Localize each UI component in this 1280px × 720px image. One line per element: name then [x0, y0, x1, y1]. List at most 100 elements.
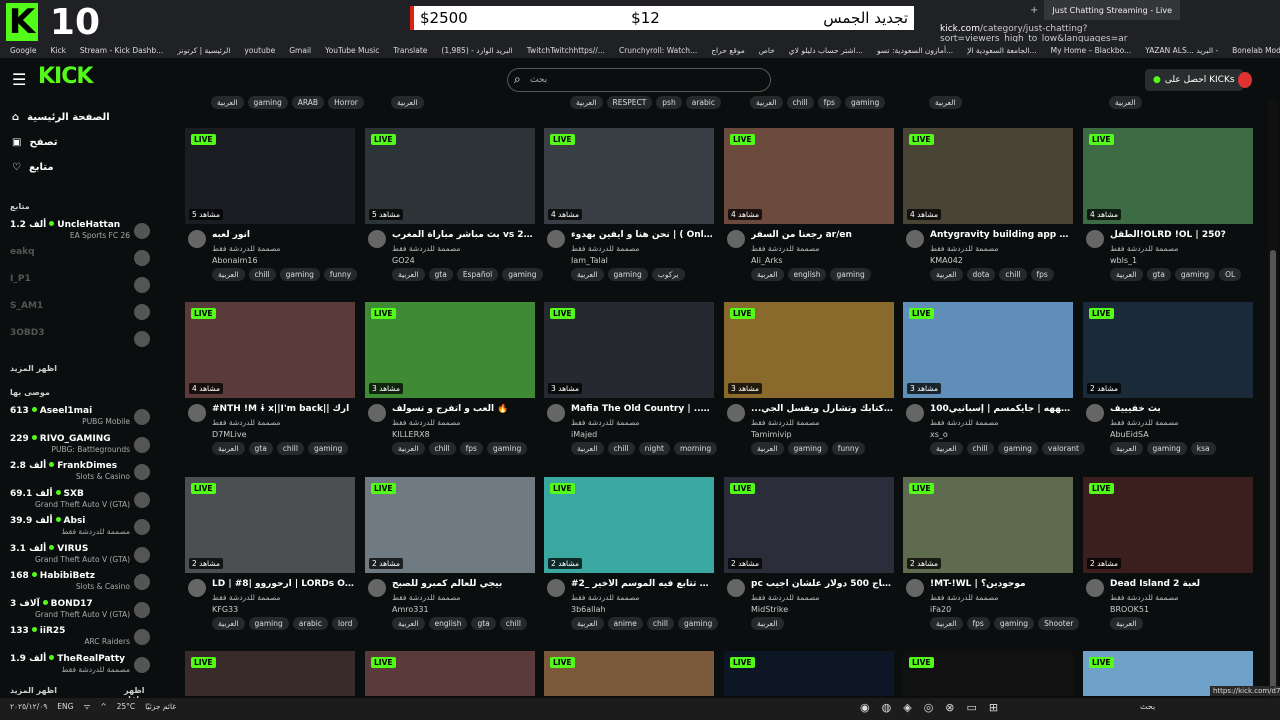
tag-chip[interactable]: gaming	[830, 268, 871, 281]
stream-category[interactable]: مصممة للدردشة فقط	[212, 593, 280, 602]
tag-chip[interactable]: gaming	[1146, 442, 1187, 455]
stream-card[interactable]: LIVE 4 مشاهد #NTH !M ɨ x||I'm back|| أرك مص…	[185, 302, 355, 474]
streamer-avatar[interactable]	[906, 579, 924, 597]
streamer-name[interactable]: BROOK51	[1110, 605, 1149, 614]
tag-chip[interactable]: العربية	[1110, 442, 1143, 455]
stream-category[interactable]: مصممة للدردشة فقط	[751, 593, 819, 602]
tag-chip[interactable]: Horror	[328, 96, 364, 109]
user-avatar[interactable]	[1238, 72, 1252, 88]
tag-chip[interactable]: chill	[248, 268, 276, 281]
tag-chip[interactable]: gaming	[844, 96, 886, 109]
bookmark-item[interactable]: خاص	[759, 46, 775, 55]
streamer-avatar[interactable]	[188, 579, 206, 597]
streamer-name[interactable]: Ali_Arks	[751, 256, 782, 265]
tag-chip[interactable]: arabic	[685, 96, 721, 109]
bookmark-item[interactable]: اشتر حساب دليلو لاي...	[789, 46, 863, 55]
tag-chip[interactable]: العربية	[392, 617, 425, 630]
tag-chip[interactable]: العربية	[212, 617, 245, 630]
tag-chip[interactable]: gaming	[678, 617, 719, 630]
tag-chip[interactable]: gta	[248, 442, 273, 455]
tag-chip[interactable]: Español	[456, 268, 499, 281]
stream-card-partial[interactable]: LIVE	[185, 651, 355, 696]
stream-card[interactable]: LIVE 3 مشاهد ...ديدة مجوز وكتابك وتشارل وي…	[724, 302, 894, 474]
stream-card[interactable]: LIVE 5 مشاهد انور لعبه مصممة للدردشة فقط Abo…	[185, 128, 358, 300]
stream-thumbnail[interactable]: LIVE 3 مشاهد	[903, 302, 1073, 398]
stream-category[interactable]: مصممة للدردشة فقط	[930, 244, 998, 253]
tag-chip[interactable]: gaming	[486, 442, 528, 455]
stream-card[interactable]: LIVE 2 مشاهد Dead Island 2 لعبة مصممة للدرد…	[1083, 477, 1253, 649]
streamer-avatar[interactable]	[547, 404, 565, 422]
tag-chip[interactable]: العربية	[930, 442, 963, 455]
stream-category[interactable]: مصممة للدردشة فقط	[212, 244, 280, 253]
chevron-up-icon[interactable]: ^	[100, 702, 106, 712]
tag-chip[interactable]: fps	[966, 617, 990, 630]
bookmark-item[interactable]: Bonelab Mods - mo...	[1232, 46, 1280, 55]
bookmark-item[interactable]: youtube	[244, 46, 275, 55]
stream-thumbnail[interactable]: LIVE	[185, 651, 355, 696]
streamer-avatar[interactable]	[188, 230, 206, 248]
tag-chip[interactable]: valorant	[1041, 442, 1085, 455]
tag-chip[interactable]: العربية	[751, 617, 784, 630]
tag-chip[interactable]: chill	[428, 442, 456, 455]
streamer-avatar[interactable]	[368, 230, 386, 248]
streamer-name[interactable]: D7MLive	[212, 430, 247, 439]
tag-chip[interactable]: chill	[966, 442, 994, 455]
tag-chip[interactable]: chill	[646, 617, 674, 630]
tag-chip[interactable]: RESPECT	[606, 96, 653, 109]
streamer-name[interactable]: iMajed	[571, 430, 597, 439]
tag-chip[interactable]: العربية	[212, 442, 245, 455]
sidebar-channel[interactable]: 3 آلاف BOND17 Grand Theft Auto V (GTA)	[10, 599, 150, 621]
stream-title[interactable]: 100اااا ساعههه | جايكمسم | إسبانيي	[930, 404, 1072, 414]
stream-title[interactable]: بث مباشر مباراة المغرب vs 2025 ...	[392, 230, 534, 240]
stream-category[interactable]: مصممة للدردشة فقط	[571, 593, 639, 602]
streamer-name[interactable]: MidStrike	[751, 605, 788, 614]
tag-chip[interactable]: lord	[332, 617, 359, 630]
streamer-avatar[interactable]	[547, 230, 565, 248]
sidebar-channel[interactable]: 229 RIVO_GAMING PUBG: Battlegrounds	[10, 434, 150, 456]
stream-card-partial[interactable]: LIVE	[544, 651, 714, 696]
stream-card[interactable]: LIVE 3 مشاهد العب و اتفرج و تسولف 🔥 مصممة ل…	[365, 302, 535, 474]
streamer-name[interactable]: GO24	[392, 256, 415, 265]
stream-title[interactable]: #2_ بث تتابع فيه الموسم الأخير (boku n..…	[571, 579, 713, 589]
tag-chip[interactable]: funny	[831, 442, 866, 455]
stream-thumbnail[interactable]: LIVE 2 مشاهد	[185, 477, 355, 573]
tray-language[interactable]: ENG	[57, 702, 73, 712]
stream-category[interactable]: مصممة للدردشة فقط	[1110, 244, 1178, 253]
stream-thumbnail[interactable]: LIVE 2 مشاهد	[1083, 302, 1253, 398]
stream-thumbnail[interactable]: LIVE 2 مشاهد	[365, 477, 535, 573]
tag-chip[interactable]: العربية	[1109, 96, 1142, 109]
active-tab[interactable]: Just Chatting Streaming - Live	[1044, 0, 1181, 20]
streamer-name[interactable]: wbls_1	[1110, 256, 1137, 265]
streamer-avatar[interactable]	[906, 230, 924, 248]
streamer-avatar[interactable]	[368, 404, 386, 422]
tag-chip[interactable]: gaming	[1174, 268, 1216, 281]
stream-thumbnail[interactable]: LIVE 3 مشاهد	[365, 302, 535, 398]
stream-title[interactable]: Mafia The Old Country | ... مافيا	[571, 404, 713, 414]
sidebar-channel[interactable]: 69.1 ألف SXB Grand Theft Auto V (GTA)	[10, 489, 150, 511]
tag-chip[interactable]: العربية	[571, 268, 604, 281]
new-tab-button[interactable]: +	[1030, 5, 1038, 16]
sidebar-channel[interactable]: S_AM1	[10, 301, 150, 323]
bookmark-item[interactable]: Gmail	[289, 46, 311, 55]
stream-card[interactable]: LIVE 4 مشاهد رجعنا من السفر ar/en مصممة للد…	[724, 128, 894, 300]
stream-card[interactable]: LIVE 4 مشاهد الطقل!OLRD !OL | 250? مصممة لل…	[1083, 128, 1253, 300]
sidebar-channel[interactable]: 2.8 ألف FrankDimes Slots & Casino	[10, 461, 150, 483]
streamer-avatar[interactable]	[727, 404, 745, 422]
bookmark-item[interactable]: موقع حراج	[711, 46, 745, 55]
stream-title[interactable]: !MT-!WL | موجودين؟	[930, 579, 1072, 589]
bookmark-item[interactable]: Kick	[50, 46, 65, 55]
stream-thumbnail[interactable]: LIVE 3 مشاهد	[724, 302, 894, 398]
tag-chip[interactable]: chill	[607, 442, 635, 455]
stream-thumbnail[interactable]: LIVE	[365, 651, 535, 696]
tag-chip[interactable]: gaming	[247, 96, 288, 109]
windows-icon[interactable]: ⊞	[989, 701, 998, 714]
stream-title[interactable]: ...ديدة مجوز وكتابك وتشارل ويفسل الجي	[751, 404, 893, 414]
bookmark-item[interactable]: Google	[10, 46, 36, 55]
tag-chip[interactable]: العربية	[212, 268, 245, 281]
sidebar-nav-item[interactable]: ⌂ الصفحة الرئيسية	[12, 112, 110, 123]
tag-chip[interactable]: العربية	[571, 442, 604, 455]
stream-card[interactable]: LIVE 2 مشاهد #2_ بث تتابع فيه الموسم الأخي…	[544, 477, 719, 649]
tag-chip[interactable]: gaming	[993, 617, 1035, 630]
streamer-name[interactable]: Tamimivip	[751, 430, 792, 439]
tag-chip[interactable]: gaming	[997, 442, 1038, 455]
